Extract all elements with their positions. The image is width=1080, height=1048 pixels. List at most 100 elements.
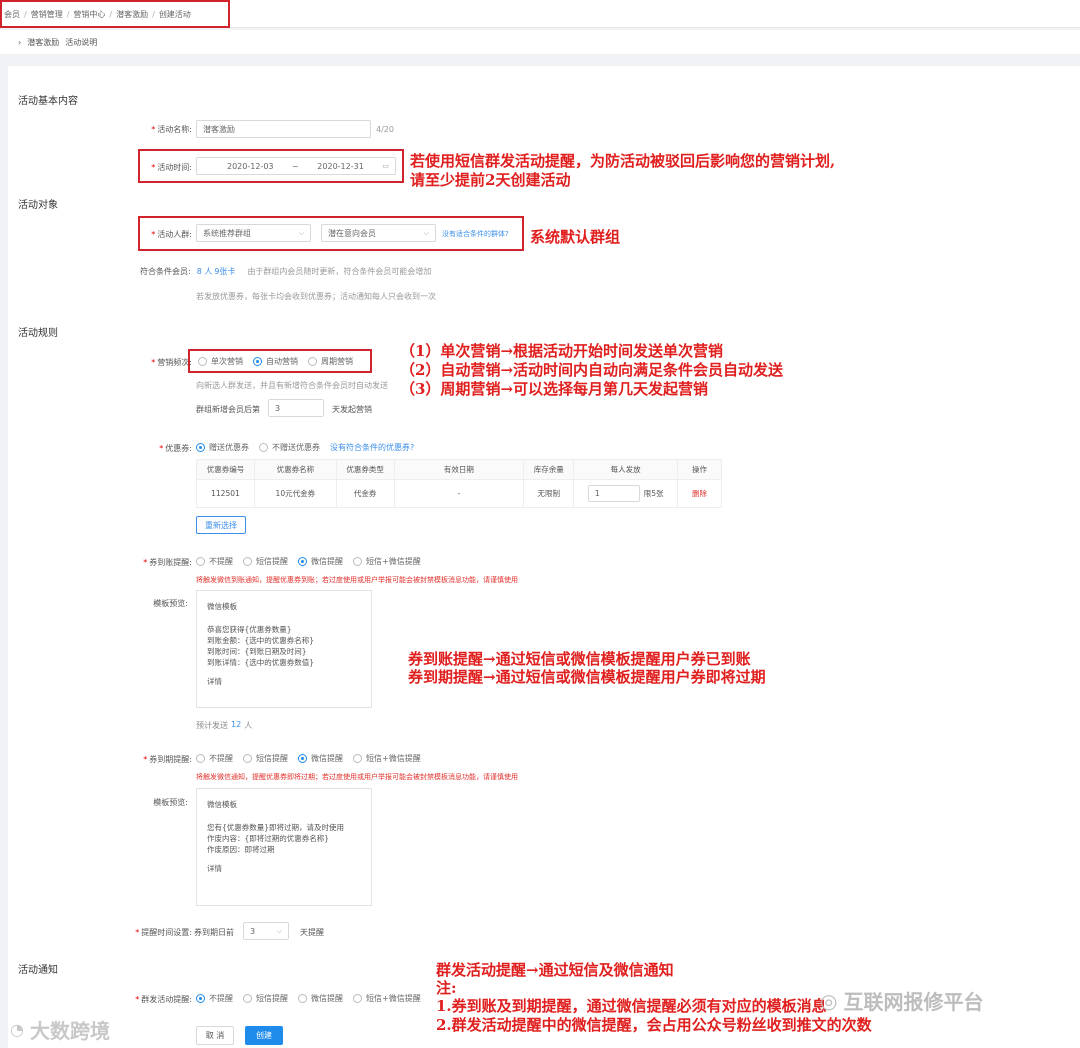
- template-line: 作废内容：{即将过期的优惠券名称}: [207, 834, 330, 843]
- highlight-box-crowd: [138, 216, 524, 251]
- coupon-type: 代金券: [335, 479, 395, 508]
- cancel-button[interactable]: 取 消: [196, 1026, 234, 1045]
- remind-days-select[interactable]: 3 ⌵: [243, 922, 289, 940]
- remind-time-prefix: 券到期日前: [194, 928, 234, 937]
- eligible-count[interactable]: 8 人: [197, 266, 213, 277]
- sub-header-name: 潜客激励: [27, 37, 60, 47]
- table-header: 操作: [677, 459, 722, 480]
- highlight-box-time: [138, 149, 404, 183]
- radio-no-coupon[interactable]: 不赠送优惠券: [259, 442, 320, 453]
- radio-arrival-wechat[interactable]: 微信提醒: [298, 556, 343, 567]
- section-title-rules: 活动规则: [18, 328, 58, 339]
- annotation-time-note-2: 请至少提前2天创建活动: [410, 171, 571, 189]
- radio-circle-icon: [243, 754, 252, 763]
- marketing-times-desc: 向新选人群发送，并且有新增符合条件会员时自动发送: [196, 381, 388, 390]
- activity-description-link[interactable]: 活动说明: [65, 37, 97, 48]
- radio-notice-both[interactable]: 短信+微信提醒: [353, 993, 421, 1004]
- template-detail: 详情: [207, 677, 222, 686]
- radio-notice-wechat[interactable]: 微信提醒: [298, 993, 343, 1004]
- annotation-notify-note-1: 群发活动提醒→通过短信及微信通知: [436, 961, 674, 979]
- radio-checked-icon: [196, 443, 205, 452]
- arrival-radio-group: 不提醒 短信提醒 微信提醒 短信+微信提醒: [196, 556, 421, 567]
- arrival-warning: 将触发微信到账通知，提醒优惠券到账；若过度使用或用户举报可能会被封禁模板消息功能…: [196, 576, 518, 584]
- radio-expire-both[interactable]: 短信+微信提醒: [353, 753, 421, 764]
- remind-time-label: * 提醒时间设置:: [135, 928, 192, 937]
- coupon-stock: 无限制: [523, 479, 575, 508]
- template-title: 微信模板: [207, 800, 237, 809]
- arrival-reminder-label: * 券到账提醒:: [143, 558, 192, 567]
- annotation-times-note-2: （2）自动营销→活动时间内自动向满足条件会员自动发送: [400, 361, 784, 379]
- annotation-time-note-1: 若使用短信群发活动提醒，为防活动被驳回后影响您的营销计划,: [410, 152, 836, 170]
- group-notice-label: * 群发活动提醒:: [135, 995, 192, 1004]
- annotation-crowd-note: 系统默认群组: [530, 228, 621, 246]
- group-notice-radio-group: 不提醒 短信提醒 微信提醒 短信+微信提醒: [196, 993, 421, 1004]
- delete-coupon-link[interactable]: 删除: [692, 489, 707, 498]
- table-row: 112501 10元代金券 代金券 - 无限制 1 限5张 删除: [196, 479, 722, 508]
- template-line: 恭喜您获得{优惠券数量}: [207, 625, 292, 634]
- coupon-radio-group: 赠送优惠券 不赠送优惠券 没有符合条件的优惠券?: [196, 442, 414, 453]
- radio-arrival-sms[interactable]: 短信提醒: [243, 556, 288, 567]
- create-button[interactable]: 创建: [245, 1026, 283, 1045]
- annotation-times-note-3: （3）周期营销→可以选择每月第几天发起营销: [400, 380, 709, 398]
- no-suitable-coupon-link[interactable]: 没有符合条件的优惠券?: [330, 442, 414, 453]
- annotation-notify-note-2: 注:: [436, 979, 457, 997]
- chevron-right-icon[interactable]: ›: [18, 38, 21, 47]
- template-line: 到账时间：{到账日期及时间}: [207, 647, 307, 656]
- per-person-limit: 限5张: [643, 489, 664, 498]
- radio-notice-none[interactable]: 不提醒: [196, 993, 233, 1004]
- coupon-id: 112501: [196, 479, 255, 508]
- radio-checked-icon: [298, 754, 307, 763]
- table-header: 有效日期: [393, 459, 525, 480]
- reselect-button[interactable]: 重新选择: [196, 516, 246, 534]
- section-title-target: 活动对象: [18, 200, 58, 211]
- radio-circle-icon: [196, 557, 205, 566]
- chevron-down-icon: ⌵: [276, 926, 282, 935]
- estimate-count: 12: [231, 720, 242, 729]
- eligible-label: 符合条件会员:: [140, 267, 191, 276]
- template-line: 到账详情：{选中的优惠券数值}: [207, 658, 315, 667]
- annotation-coupon-note-2: 券到期提醒→通过短信或微信模板提醒用户券即将过期: [408, 668, 766, 686]
- activity-name-label: * 活动名称:: [151, 125, 192, 134]
- template-line: 您有{优惠券数量}即将过期，请及时使用: [207, 823, 345, 832]
- highlight-box-breadcrumb: [0, 0, 230, 28]
- table-header-row: 优惠券编号 优惠券名称 优惠券类型 有效日期 库存余量 每人发放 操作: [196, 459, 722, 480]
- radio-checked-icon: [298, 557, 307, 566]
- radio-arrival-none[interactable]: 不提醒: [196, 556, 233, 567]
- radio-expire-none[interactable]: 不提醒: [196, 753, 233, 764]
- expire-reminder-label: * 券到期提醒:: [143, 755, 192, 764]
- radio-arrival-both[interactable]: 短信+微信提醒: [353, 556, 421, 567]
- per-person-input[interactable]: 1: [587, 485, 640, 502]
- table-header: 优惠券名称: [253, 459, 337, 480]
- radio-circle-icon: [196, 754, 205, 763]
- estimate-row: 预计发送 12 人: [196, 720, 253, 730]
- template-line: 到账金额：{选中的优惠券名称}: [207, 636, 315, 645]
- radio-circle-icon: [353, 557, 362, 566]
- radio-circle-icon: [259, 443, 268, 452]
- radio-expire-wechat[interactable]: 微信提醒: [298, 753, 343, 764]
- arrival-preview-label: 模板预览:: [153, 599, 188, 608]
- coupon-per-person-cell: 1 限5张: [573, 479, 679, 508]
- expire-radio-group: 不提醒 短信提醒 微信提醒 短信+微信提醒: [196, 753, 421, 764]
- activity-name-input[interactable]: 潜客激励: [196, 120, 371, 138]
- radio-notice-sms[interactable]: 短信提醒: [243, 993, 288, 1004]
- expire-template-preview: 微信模板 您有{优惠券数量}即将过期，请及时使用 作废内容：{即将过期的优惠券名…: [196, 788, 372, 906]
- radio-circle-icon: [243, 994, 252, 1003]
- join-days-input[interactable]: 3: [268, 399, 324, 417]
- radio-checked-icon: [196, 994, 205, 1003]
- eligible-cards[interactable]: 9张卡: [214, 266, 235, 277]
- template-title: 微信模板: [207, 602, 237, 611]
- template-detail: 详情: [207, 864, 222, 873]
- watermark-right: ◎ 互联网报修平台: [820, 988, 984, 1015]
- radio-expire-sms[interactable]: 短信提醒: [243, 753, 288, 764]
- expire-warning: 将触发微信通知，提醒优惠券即将过期；若过度使用或用户举报可能会被封禁模板消息功能…: [196, 773, 518, 781]
- annotation-notify-note-3: 1.券到账及到期提醒，通过微信提醒必须有对应的模板消息: [436, 997, 827, 1015]
- coupon-label: * 优惠券:: [159, 444, 192, 453]
- table-header: 优惠券类型: [335, 459, 395, 480]
- radio-circle-icon: [353, 994, 362, 1003]
- eligible-note-2: 若发放优惠券，每张卡均会收到优惠券；活动通知每人只会收到一次: [196, 292, 436, 301]
- marketing-times-label: * 营销频次:: [151, 358, 192, 367]
- activity-name-count: 4/20: [376, 125, 394, 134]
- weibo-icon: ◔: [10, 1020, 24, 1039]
- radio-give-coupon[interactable]: 赠送优惠券: [196, 442, 249, 453]
- coupon-name: 10元代金券: [253, 479, 337, 508]
